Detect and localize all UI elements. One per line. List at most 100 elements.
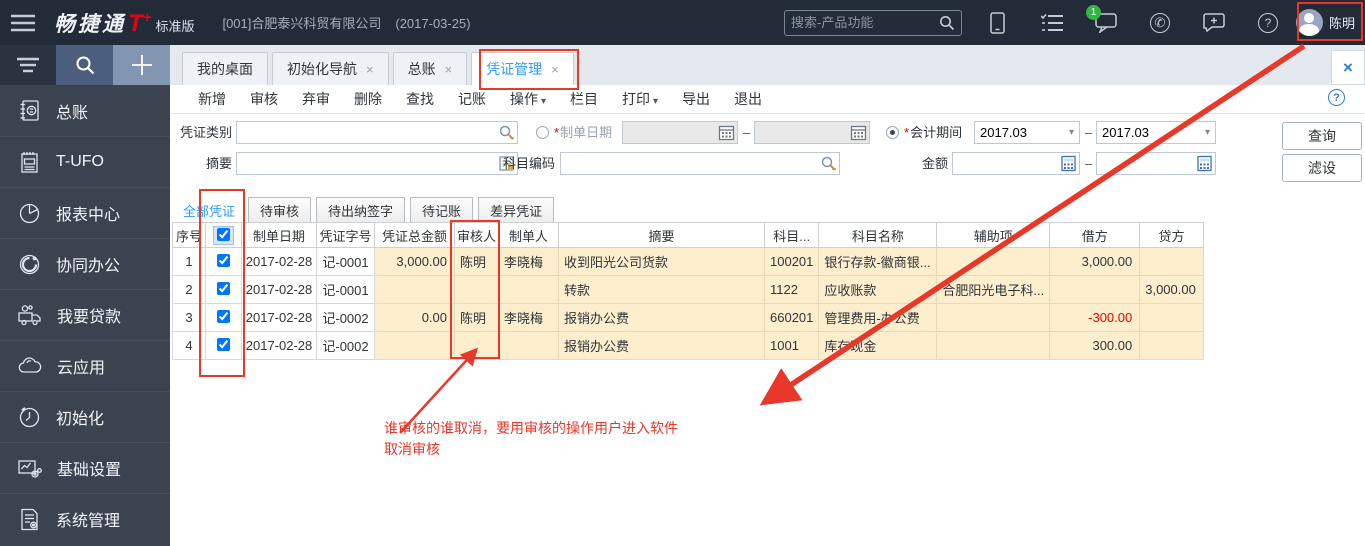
cell-creator xyxy=(499,276,559,304)
toolbar-add-button[interactable]: 新增 xyxy=(186,89,238,109)
user-menu[interactable]: 陈明 xyxy=(1296,9,1355,36)
tab-close-icon[interactable]: × xyxy=(445,54,453,85)
subtab-diff-vouchers[interactable]: 差异凭证 xyxy=(478,197,554,224)
voucher-row[interactable]: 4 2017-02-28 记-0002 报销办公费 1001 库存现金 300.… xyxy=(173,332,1204,360)
row-checkbox[interactable] xyxy=(217,338,230,351)
cell-total: 0.00 xyxy=(375,304,455,332)
subtab-pending-post[interactable]: 待记账 xyxy=(410,197,473,224)
toolbar-columns-button[interactable]: 栏目 xyxy=(558,89,610,109)
loan-truck-icon xyxy=(18,304,42,327)
voucher-row[interactable]: 3 2017-02-28 记-0002 0.00 陈明 李晓梅 报销办公费 66… xyxy=(173,304,1204,332)
app-window: 畅捷通T+ 标准版 [001]合肥泰兴科贸有限公司 (2017-03-25) 1 … xyxy=(0,0,1365,546)
cell-select xyxy=(206,276,242,304)
toolbar-delete-button[interactable]: 删除 xyxy=(342,89,394,109)
row-checkbox[interactable] xyxy=(217,282,230,295)
sidebar-iconbar xyxy=(0,45,170,85)
toolbar-find-button[interactable]: 查找 xyxy=(394,89,446,109)
cell-debit: -300.00 xyxy=(1050,304,1140,332)
menu-search-icon[interactable] xyxy=(56,45,113,85)
cell-debit xyxy=(1050,276,1140,304)
cell-date: 2017-02-28 xyxy=(242,276,317,304)
cell-credit: 3,000.00 xyxy=(1140,276,1204,304)
query-button[interactable]: 查询 xyxy=(1282,122,1362,150)
close-pane-icon[interactable]: × xyxy=(1331,50,1365,85)
period-radio[interactable] xyxy=(886,126,899,139)
sidebar-item-initialization[interactable]: 初始化 xyxy=(0,391,170,442)
sidebar-item-basic-settings[interactable]: 基础设置 xyxy=(0,442,170,493)
sidebar-item-collaboration[interactable]: 协同办公 xyxy=(0,238,170,289)
doc-date-label: *制单日期 xyxy=(554,121,624,144)
toolbar-exit-button[interactable]: 退出 xyxy=(722,89,774,109)
tab-init-nav[interactable]: 初始化导航× xyxy=(272,52,389,85)
task-list-icon[interactable] xyxy=(1040,11,1064,35)
period-from-select[interactable]: 2017.03▾ xyxy=(974,121,1080,144)
doc-date-from-field xyxy=(622,121,738,144)
app-logo: 畅捷通T+ 标准版 xyxy=(54,8,194,38)
menu-add-icon[interactable] xyxy=(113,45,170,85)
voucher-row[interactable]: 2 2017-02-28 记-0001 转款 1122 应收账款 合肥阳光电子科… xyxy=(173,276,1204,304)
page-help-icon[interactable]: ? xyxy=(1328,89,1345,106)
hamburger-menu-icon[interactable] xyxy=(0,0,46,45)
mobile-app-icon[interactable] xyxy=(986,11,1010,35)
filter-settings-button[interactable]: 滤设 xyxy=(1282,154,1362,182)
login-date: (2017-03-25) xyxy=(395,16,470,31)
toolbar-audit-button[interactable]: 审核 xyxy=(238,89,290,109)
tab-close-icon[interactable]: × xyxy=(551,54,559,85)
toolbar-operate-menu[interactable]: 操作▾ xyxy=(498,89,558,109)
subtab-pending-cashier-sign[interactable]: 待出纳签字 xyxy=(316,197,405,224)
doc-date-radio[interactable] xyxy=(536,126,549,139)
tab-close-icon[interactable]: × xyxy=(366,54,374,85)
cell-select xyxy=(206,332,242,360)
calculator-icon[interactable] xyxy=(1060,155,1077,172)
sidebar-item-general-ledger[interactable]: 总账 xyxy=(0,85,170,136)
col-voucher-no: 凭证字号 xyxy=(317,223,375,248)
voucher-type-input[interactable] xyxy=(237,122,517,143)
tab-general-ledger[interactable]: 总账× xyxy=(393,52,468,85)
row-checkbox[interactable] xyxy=(217,310,230,323)
help-icon[interactable]: ? xyxy=(1256,11,1280,35)
message-icon[interactable]: 1 xyxy=(1094,11,1118,35)
calendar-icon[interactable] xyxy=(850,124,867,141)
select-all-checkbox[interactable] xyxy=(217,228,230,241)
tab-voucher-management[interactable]: 凭证管理× xyxy=(471,52,574,85)
sidebar-item-system-management[interactable]: 系统管理 xyxy=(0,493,170,544)
range-dash: – xyxy=(1085,152,1092,175)
toolbar-unaudit-button[interactable]: 弃审 xyxy=(290,89,342,109)
sidebar-item-loan[interactable]: 我要贷款 xyxy=(0,289,170,340)
summary-input[interactable] xyxy=(237,153,517,174)
sidebar-item-report-center[interactable]: 报表中心 xyxy=(0,187,170,238)
col-aux: 辅助项 xyxy=(937,223,1050,248)
sidebar-item-label: 我要贷款 xyxy=(57,303,121,327)
sidebar-item-t-ufo[interactable]: T-UFO xyxy=(0,136,170,187)
cell-date: 2017-02-28 xyxy=(242,248,317,276)
calendar-icon[interactable] xyxy=(718,124,735,141)
toolbar-print-menu[interactable]: 打印▾ xyxy=(610,89,670,109)
subject-code-input[interactable] xyxy=(561,153,839,174)
cell-credit xyxy=(1140,304,1204,332)
sidebar-item-cloud-apps[interactable]: 云应用 xyxy=(0,340,170,391)
tab-my-desktop[interactable]: 我的桌面 xyxy=(182,52,268,85)
reference-picker-icon[interactable] xyxy=(498,124,515,141)
cell-subject: 100201 xyxy=(765,248,819,276)
period-to-select[interactable]: 2017.03▾ xyxy=(1096,121,1216,144)
customer-service-phone-icon[interactable]: ✆ xyxy=(1148,11,1172,35)
voucher-table: 序号 制单日期 凭证字号 凭证总金额 审核人 制单人 摘要 科目... 科目名称… xyxy=(172,222,1204,360)
user-name: 陈明 xyxy=(1329,13,1355,32)
company-name: [001]合肥泰兴科贸有限公司 xyxy=(222,16,381,31)
search-input[interactable] xyxy=(791,15,939,30)
col-select-all xyxy=(206,223,242,248)
feedback-chat-icon[interactable] xyxy=(1202,11,1226,35)
product-search-box[interactable] xyxy=(784,10,962,36)
row-checkbox[interactable] xyxy=(217,254,230,267)
subtab-pending-audit[interactable]: 待审核 xyxy=(248,197,311,224)
voucher-row[interactable]: 1 2017-02-28 记-0001 3,000.00 陈明 李晓梅 收到阳光… xyxy=(173,248,1204,276)
subtab-all-vouchers[interactable]: 全部凭证 xyxy=(175,197,243,224)
toolbar-post-button[interactable]: 记账 xyxy=(446,89,498,109)
cell-total: 3,000.00 xyxy=(375,248,455,276)
cell-summary: 报销办公费 xyxy=(559,332,765,360)
toolbar-export-button[interactable]: 导出 xyxy=(670,89,722,109)
menu-filter-icon[interactable] xyxy=(0,45,56,85)
reference-picker-icon[interactable] xyxy=(820,155,837,172)
annotation-note: 谁审核的谁取消，要用审核的操作用户进入软件 取消审核 xyxy=(384,418,678,460)
calculator-icon[interactable] xyxy=(1196,155,1213,172)
